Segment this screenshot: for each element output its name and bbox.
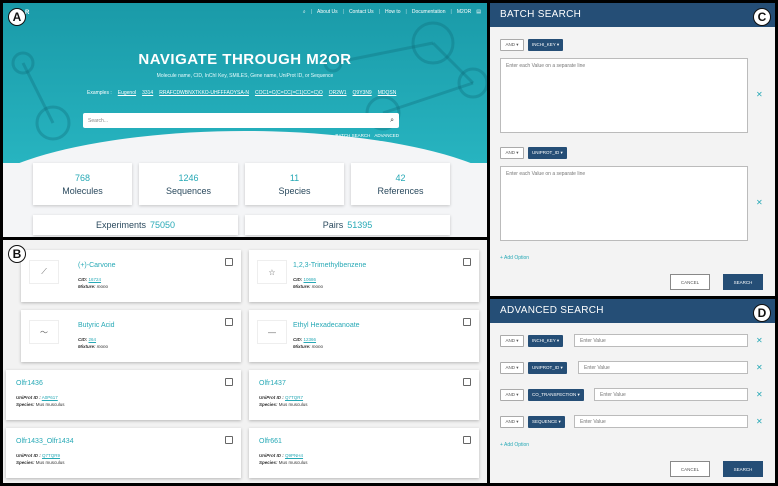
stat-pairs[interactable]: Pairs 51395 xyxy=(245,215,450,235)
example-link[interactable]: Q9Y3N9 xyxy=(353,90,372,96)
molecule-card[interactable]: 〜 Butyric Acid CID: 264 Mixture: mono xyxy=(21,310,241,362)
select-checkbox[interactable] xyxy=(225,258,233,266)
operator-dropdown[interactable]: AND ▾ xyxy=(500,389,524,401)
operator-dropdown[interactable]: AND ▾ xyxy=(500,416,524,428)
batch-search-panel: BATCH SEARCH AND ▾ INCHI_KEY ▾ Enter eac… xyxy=(490,3,775,296)
field-dropdown[interactable]: CO_TRANSFECTION ▾ xyxy=(528,389,584,401)
example-link[interactable]: OR2W1 xyxy=(329,90,347,96)
nav-contact[interactable]: Contact Us xyxy=(349,9,374,15)
batch-values-textarea[interactable]: Enter each Value on a separate line xyxy=(500,58,748,133)
remove-row-icon[interactable]: ✕ xyxy=(756,417,763,426)
batch-search-title: BATCH SEARCH xyxy=(490,3,775,27)
example-link[interactable]: RRAFCDWBNXTKKO-UHFFFAOYSA-N xyxy=(159,90,249,96)
cancel-button[interactable]: CANCEL xyxy=(670,274,710,290)
stat-sequences[interactable]: 1246 Sequences xyxy=(139,163,238,205)
advanced-search-panel: ADVANCED SEARCH AND ▾ INCHI_KEY ▾ Enter … xyxy=(490,299,775,483)
search-icon[interactable]: ⌕ xyxy=(390,117,394,125)
select-checkbox[interactable] xyxy=(463,318,471,326)
document-icon[interactable]: ▤ xyxy=(476,9,481,15)
results-panel: ⟋ (+)-Carvone CID: 16724 Mixture: mono ☆… xyxy=(3,240,487,483)
panel-label-a: A xyxy=(8,8,26,26)
select-checkbox[interactable] xyxy=(463,258,471,266)
nav-about[interactable]: About Us xyxy=(317,9,338,15)
example-link[interactable]: 3314 xyxy=(142,90,153,96)
example-link[interactable]: Eugenol xyxy=(118,90,136,96)
example-link[interactable]: MDQSN xyxy=(378,90,397,96)
select-checkbox[interactable] xyxy=(463,436,471,444)
value-input[interactable]: Enter Value xyxy=(574,334,748,347)
molecule-card[interactable]: — Ethyl Hexadecanoate CID: 12366 Mixture… xyxy=(249,310,479,362)
molecule-structure-icon: ☆ xyxy=(257,260,287,284)
search-button[interactable]: SEARCH xyxy=(723,461,763,477)
batch-values-textarea[interactable]: Enter each Value on a separate line xyxy=(500,166,748,241)
receptor-card[interactable]: Olfr1436 UniProt ID : A0P617 Species: Mu… xyxy=(6,370,241,420)
examples-row: Examples : Eugenol 3314 RRAFCDWBNXTKKO-U… xyxy=(87,90,427,96)
receptor-card[interactable]: Olfr661 UniProt ID : Q9PNH4 Species: Mus… xyxy=(249,428,479,478)
search-placeholder: Search... xyxy=(88,117,109,124)
select-checkbox[interactable] xyxy=(225,318,233,326)
panel-label-c: C xyxy=(753,8,771,26)
add-option-button[interactable]: + Add Option xyxy=(500,442,529,448)
advanced-search-link[interactable]: ADVANCED xyxy=(374,133,399,138)
select-checkbox[interactable] xyxy=(225,436,233,444)
molecule-structure-icon: — xyxy=(257,320,287,344)
value-input[interactable]: Enter Value xyxy=(574,415,748,428)
field-dropdown[interactable]: INCHI_KEY ▾ xyxy=(528,335,564,347)
panel-label-b: B xyxy=(8,245,26,263)
field-dropdown[interactable]: INCHI_KEY ▾ xyxy=(528,39,564,51)
hero-title: NAVIGATE THROUGH M2OR xyxy=(138,51,352,68)
search-input[interactable]: Search... ⌕ xyxy=(83,113,399,128)
operator-dropdown[interactable]: AND ▾ xyxy=(500,362,524,374)
examples-label: Examples : xyxy=(87,90,112,96)
operator-dropdown[interactable]: AND ▾ xyxy=(500,39,524,51)
value-input[interactable]: Enter Value xyxy=(594,388,748,401)
search-button[interactable]: SEARCH xyxy=(723,274,763,290)
receptor-card[interactable]: Olfr1437 UniProt ID : Q7TQR7 Species: Mu… xyxy=(249,370,479,420)
add-option-button[interactable]: + Add Option xyxy=(500,255,529,261)
example-link[interactable]: COC1=C(C=CC(=C1)CC=C)O xyxy=(255,90,323,96)
remove-row-icon[interactable]: ✕ xyxy=(756,90,763,99)
stat-molecules[interactable]: 768 Molecules xyxy=(33,163,132,205)
cancel-button[interactable]: CANCEL xyxy=(670,461,710,477)
top-nav: ⌕ | About Us | Contact Us | How to | Doc… xyxy=(302,9,481,15)
remove-row-icon[interactable]: ✕ xyxy=(756,336,763,345)
advanced-search-title: ADVANCED SEARCH xyxy=(490,299,775,323)
field-dropdown[interactable]: UNIPROT_ID ▾ xyxy=(528,147,567,159)
stat-species[interactable]: 11 Species xyxy=(245,163,344,205)
operator-dropdown[interactable]: AND ▾ xyxy=(500,335,524,347)
molecule-card[interactable]: ☆ 1,2,3-Trimethylbenzene CID: 10686 Mixt… xyxy=(249,250,479,302)
search-icon[interactable]: ⌕ xyxy=(303,9,306,15)
receptor-card[interactable]: Olfr1433_Olfr1434 UniProt ID : Q7TQR9 Sp… xyxy=(6,428,241,478)
select-checkbox[interactable] xyxy=(225,378,233,386)
operator-dropdown[interactable]: AND ▾ xyxy=(500,147,524,159)
remove-row-icon[interactable]: ✕ xyxy=(756,390,763,399)
stat-references[interactable]: 42 References xyxy=(351,163,450,205)
select-checkbox[interactable] xyxy=(463,378,471,386)
home-panel: R ⌕ | About Us | Contact Us | How to | D… xyxy=(3,3,487,237)
remove-row-icon[interactable]: ✕ xyxy=(756,198,763,207)
field-dropdown[interactable]: UNIPROT_ID ▾ xyxy=(528,362,567,374)
nav-brand[interactable]: M2OR xyxy=(457,9,471,15)
remove-row-icon[interactable]: ✕ xyxy=(756,363,763,372)
field-dropdown[interactable]: SEQUENCE ▾ xyxy=(528,416,565,428)
molecule-card[interactable]: ⟋ (+)-Carvone CID: 16724 Mixture: mono xyxy=(21,250,241,302)
hero-subtitle: Molecule name, CID, InChI Key, SMILES, G… xyxy=(156,73,334,79)
hero-banner: R ⌕ | About Us | Contact Us | How to | D… xyxy=(3,3,487,163)
molecule-structure-icon: 〜 xyxy=(29,320,59,344)
panel-label-d: D xyxy=(753,304,771,322)
stat-experiments[interactable]: Experiments 75050 xyxy=(33,215,238,235)
molecule-structure-icon: ⟋ xyxy=(29,260,59,284)
value-input[interactable]: Enter Value xyxy=(578,361,748,374)
nav-howto[interactable]: How to xyxy=(385,9,401,15)
nav-docs[interactable]: Documentation xyxy=(412,9,446,15)
